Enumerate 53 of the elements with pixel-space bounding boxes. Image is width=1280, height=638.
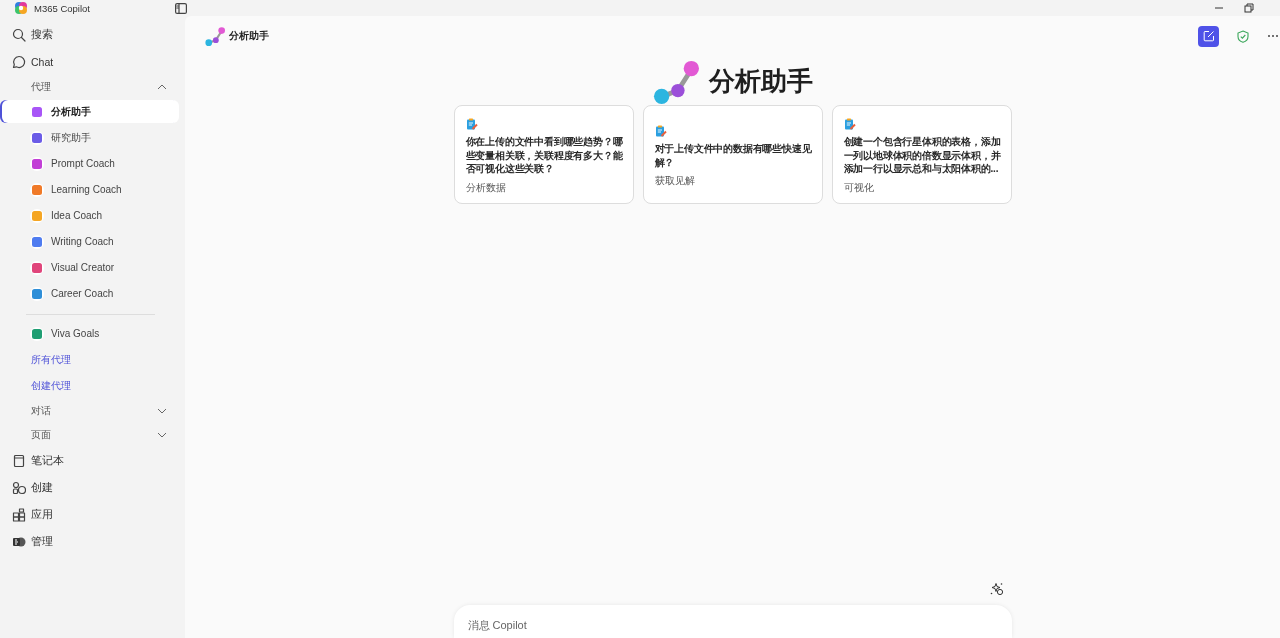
agent-item[interactable]: 研究助手 [2,126,179,149]
chat-icon [12,54,26,69]
nav-item[interactable]: 创建 [0,474,185,501]
clipboard-icon [654,125,667,137]
clipboard-icon [465,118,478,131]
section-label[interactable]: 代理 [31,80,51,94]
agent-item[interactable]: Viva Goals [2,322,179,345]
section-label[interactable]: 对话 [31,404,51,418]
apps-icon [12,507,26,522]
agent-item[interactable]: Writing Coach [2,230,179,253]
sparkle-icon[interactable] [989,582,1004,596]
nav-item[interactable]: 笔记本 [0,447,185,474]
prompt-text: 创建一个包含行星体积的表格，添加一列以地球体积的倍数显示体积，并添加一行以显示总和与太阳体积的... [843,135,1002,176]
agent-item[interactable]: Visual Creator [2,256,179,279]
prompt-text: 对于上传文件中的数据有哪些快速见解？ [654,142,813,169]
agent-title: 分析助手 [708,64,813,98]
chevron-down-icon[interactable] [157,408,167,414]
prompt-card[interactable]: 创建一个包含行星体积的表格，添加一列以地球体积的倍数显示体积，并添加一行以显示总和与太阳体积的... 可视化 [831,105,1012,204]
prompt-category: 可视化 [843,180,875,195]
clipboard-icon [843,118,856,131]
compose-icon [1202,30,1215,42]
prompt-card[interactable]: 你在上传的文件中看到哪些趋势？哪些变量相关联，关联程度有多大？能否可视化这些关联？ 分析数据 [453,105,634,204]
shield-check-icon[interactable] [1237,29,1249,43]
notebook-icon [12,453,26,468]
nav-item[interactable]: 搜索 [0,21,185,48]
section-label[interactable]: 页面 [31,428,51,442]
agent-item[interactable]: Idea Coach [2,204,179,227]
chevron-up-icon[interactable] [157,84,167,90]
agent-logo-icon [652,58,699,104]
search-icon [12,27,26,42]
chevron-down-icon[interactable] [157,432,167,438]
prompt-category: 获取见解 [654,174,696,188]
message-field[interactable]: 消息 Copilot [453,605,1012,638]
restore-icon[interactable] [1244,3,1254,13]
sidebar-link[interactable]: 所有代理 [0,347,185,373]
nav-item[interactable]: 应用 [0,501,185,528]
prompt-category: 分析数据 [465,180,507,195]
new-chat-button[interactable] [1198,25,1219,47]
sidebar-link[interactable]: 创建代理 [0,373,185,399]
prompt-card[interactable]: 对于上传文件中的数据有哪些快速见解？ 获取见解 [642,105,823,204]
nav-item[interactable]: Chat [0,48,185,75]
more-icon[interactable] [1267,34,1279,38]
agent-item[interactable]: 分析助手 [2,100,179,123]
header-title: 分析助手 [229,29,269,43]
agent-item[interactable]: Prompt Coach [2,152,179,175]
nav-item[interactable]: 管理 [0,528,185,555]
shapes-icon [12,480,26,495]
sidebar-toggle-icon[interactable] [175,2,187,14]
prompt-text: 你在上传的文件中看到哪些趋势？哪些变量相关联，关联程度有多大？能否可视化这些关联？ [465,135,624,176]
agent-item[interactable]: Career Coach [2,282,179,305]
agent-logo-icon [205,26,225,46]
app-title: M365 Copilot [34,2,91,14]
agent-item[interactable]: Learning Coach [2,178,179,201]
